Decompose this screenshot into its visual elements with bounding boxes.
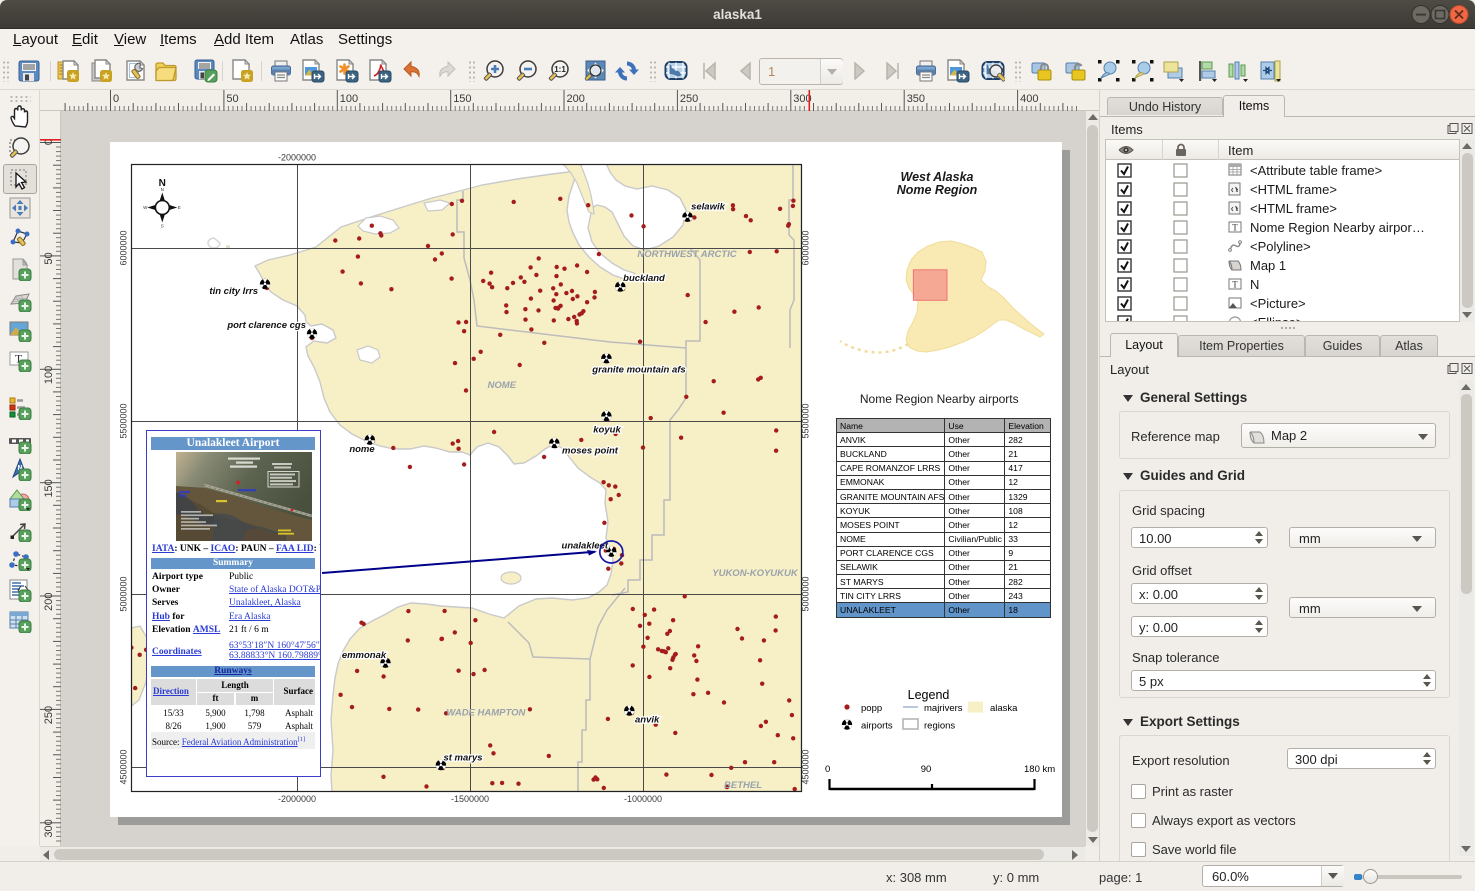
svg-text:4500000: 4500000 <box>801 749 811 784</box>
svg-text:BETHEL: BETHEL <box>724 780 762 791</box>
svg-text:-2000000: -2000000 <box>278 153 316 163</box>
svg-text:1:1: 1:1 <box>554 65 566 74</box>
svg-text:200: 200 <box>567 93 585 105</box>
svg-text:NOME: NOME <box>488 380 517 391</box>
svg-text:majrivers: majrivers <box>924 703 963 714</box>
svg-text:granite mountain afs: granite mountain afs <box>591 365 685 376</box>
svg-text:6000000: 6000000 <box>801 230 811 265</box>
svg-text:nome: nome <box>349 444 375 455</box>
svg-text:250: 250 <box>680 93 698 105</box>
svg-text:150: 150 <box>43 479 55 497</box>
svg-text:port clarence cgs: port clarence cgs <box>226 320 306 331</box>
svg-text:5500000: 5500000 <box>801 403 811 438</box>
svg-text:-1500000: -1500000 <box>451 794 489 804</box>
svg-text:WADE HAMPTON: WADE HAMPTON <box>446 708 526 719</box>
svg-text:N: N <box>159 178 166 189</box>
svg-text:350: 350 <box>907 93 925 105</box>
svg-text:6000000: 6000000 <box>119 230 129 265</box>
svg-text:0: 0 <box>113 93 119 105</box>
svg-text:-2000000: -2000000 <box>278 794 316 804</box>
svg-text:buckland: buckland <box>623 273 665 284</box>
svg-text:100: 100 <box>43 366 55 384</box>
svg-text:NORTHWEST ARCTIC: NORTHWEST ARCTIC <box>637 249 736 260</box>
svg-text:Nome Region Nearby airports: Nome Region Nearby airports <box>860 392 1019 406</box>
svg-text:200: 200 <box>43 593 55 611</box>
svg-text:tin city lrrs: tin city lrrs <box>209 286 258 297</box>
svg-text:T: T <box>1232 223 1238 233</box>
svg-text:Nome Region: Nome Region <box>897 183 978 197</box>
svg-text:regions: regions <box>924 721 955 732</box>
svg-text:anvik: anvik <box>635 715 660 726</box>
svg-text:150: 150 <box>453 93 471 105</box>
svg-text:airports: airports <box>861 721 893 732</box>
svg-text:koyuk: koyuk <box>593 425 621 436</box>
svg-text:emmonak: emmonak <box>342 650 387 661</box>
svg-text:alaska: alaska <box>990 703 1018 714</box>
svg-text:300: 300 <box>43 819 55 837</box>
svg-text:5000000: 5000000 <box>119 576 129 611</box>
svg-text:5000000: 5000000 <box>801 576 811 611</box>
svg-text:50: 50 <box>43 252 55 264</box>
svg-text:E: E <box>178 205 181 210</box>
svg-text:180 km: 180 km <box>1024 764 1055 775</box>
svg-text:YUKON-KOYUKUK: YUKON-KOYUKUK <box>712 568 799 579</box>
svg-text:S: S <box>161 224 164 229</box>
svg-text:90: 90 <box>921 764 932 775</box>
svg-text:West Alaska: West Alaska <box>901 170 974 184</box>
svg-text:moses point: moses point <box>562 446 619 457</box>
svg-text:popp: popp <box>861 703 882 714</box>
svg-text:5500000: 5500000 <box>119 403 129 438</box>
svg-text:400: 400 <box>1020 93 1038 105</box>
svg-text:-1000000: -1000000 <box>624 794 662 804</box>
svg-text:250: 250 <box>43 706 55 724</box>
svg-text:0: 0 <box>825 764 830 775</box>
svg-text:4500000: 4500000 <box>119 749 129 784</box>
svg-text:st marys: st marys <box>443 753 482 764</box>
svg-text:50: 50 <box>226 93 238 105</box>
svg-text:100: 100 <box>340 93 358 105</box>
svg-text:selawik: selawik <box>691 202 726 213</box>
svg-text:T: T <box>1232 280 1238 290</box>
